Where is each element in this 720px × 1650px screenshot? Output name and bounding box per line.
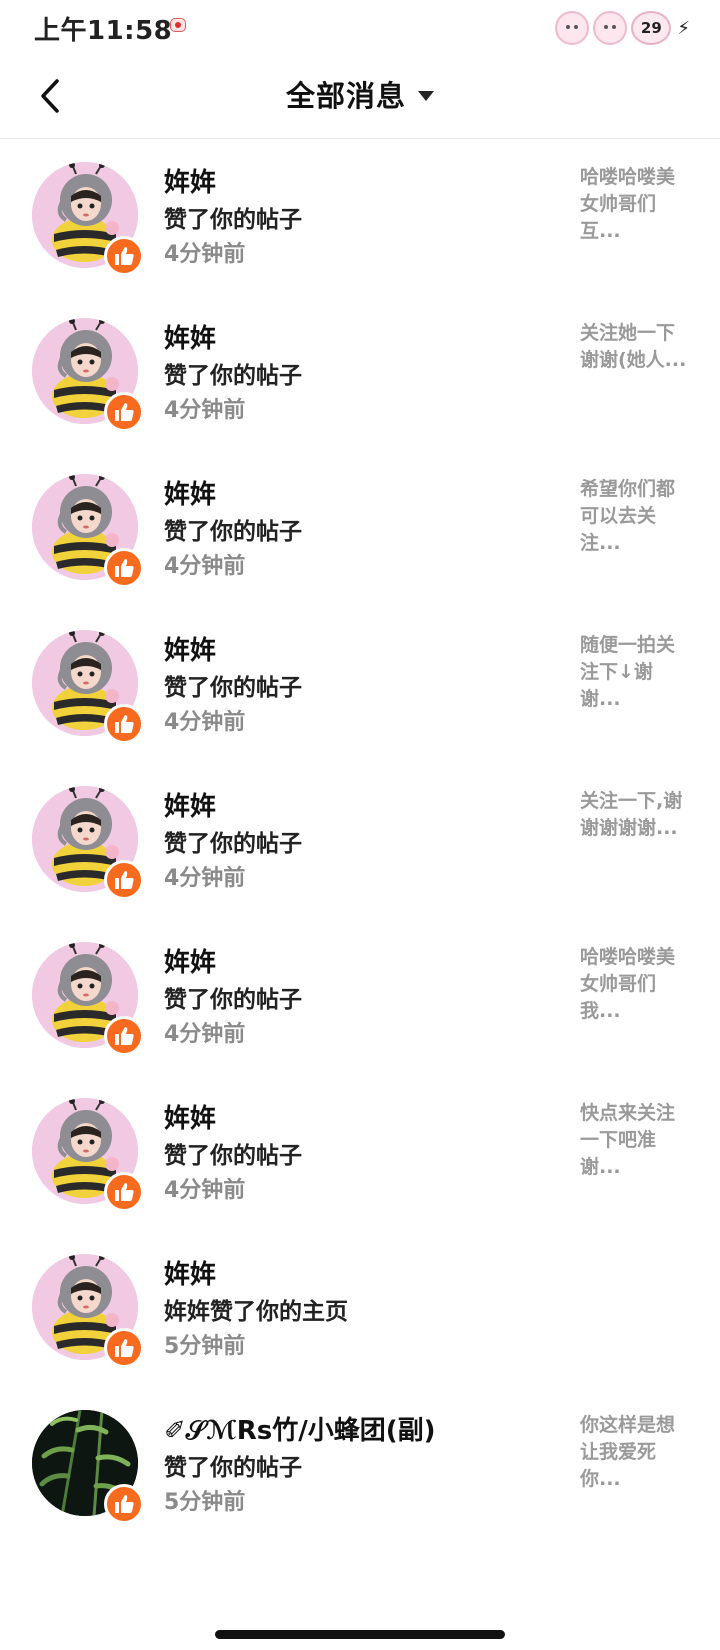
nav-bar: 全部消息 (0, 54, 720, 139)
battery-level: 29 (640, 19, 662, 37)
message-filter-dropdown[interactable]: 全部消息 (0, 72, 720, 116)
post-preview[interactable]: 快点来关注一下吧准谢... (580, 1100, 690, 1181)
message-time: 4分钟前 (164, 554, 246, 579)
like-badge (104, 704, 144, 744)
thumbs-up-icon (115, 1027, 134, 1045)
thumbs-up-icon (115, 403, 134, 421)
post-preview[interactable]: 你这样是想让我爱死你... (580, 1412, 690, 1493)
sender-name[interactable]: 姩姩 (164, 786, 216, 823)
thumbs-up-icon (115, 871, 134, 889)
home-indicator[interactable] (215, 1630, 505, 1639)
sender-name[interactable]: ✐𝒮ℳRs竹/小蜂团(副) (164, 1410, 435, 1447)
message-item[interactable]: 姩姩赞了你的帖子 4分钟前 关注她一下谢谢(她人... (0, 292, 720, 448)
message-action: 赞了你的帖子 (164, 519, 302, 545)
message-time: 4分钟前 (164, 398, 246, 423)
thumbs-up-icon (115, 1183, 134, 1201)
like-badge (104, 1328, 144, 1368)
status-time: 上午11:58 (34, 16, 173, 46)
like-badge (104, 1172, 144, 1212)
message-action: 赞了你的帖子 (164, 831, 302, 857)
sender-name[interactable]: 姩姩 (164, 162, 216, 199)
thumbs-up-icon (115, 559, 134, 577)
battery-indicator: 29 (631, 11, 672, 45)
message-time: 4分钟前 (164, 710, 246, 735)
message-action: 赞了你的帖子 (164, 675, 302, 701)
message-action: 赞了你的帖子 (164, 207, 302, 233)
message-action: 赞了你的帖子 (164, 987, 302, 1013)
message-action: 赞了你的帖子 (164, 363, 302, 389)
message-item[interactable]: 姩姩赞了你的帖子 4分钟前 哈喽哈喽美女帅哥们互... (0, 138, 720, 292)
like-badge (104, 1484, 144, 1524)
like-badge (104, 236, 144, 276)
thumbs-up-icon (115, 715, 134, 733)
message-item[interactable]: 姩姩姩姩赞了你的主页 5分钟前 (0, 1228, 720, 1384)
message-time: 5分钟前 (164, 1334, 246, 1359)
like-badge (104, 860, 144, 900)
post-preview[interactable]: 哈喽哈喽美女帅哥们我... (580, 944, 690, 1025)
message-item[interactable]: 姩姩赞了你的帖子 4分钟前 希望你们都可以去关注... (0, 448, 720, 604)
page-title: 全部消息 (285, 79, 406, 113)
notification-icon (170, 18, 186, 32)
like-badge (104, 548, 144, 588)
status-bar: 上午11:58 29 ⚡ (0, 0, 720, 54)
sender-name[interactable]: 姩姩 (164, 1098, 216, 1135)
sender-name[interactable]: 姩姩 (164, 474, 216, 511)
message-item[interactable]: 姩姩赞了你的帖子 4分钟前 哈喽哈喽美女帅哥们我... (0, 916, 720, 1072)
message-time: 4分钟前 (164, 1178, 246, 1203)
post-preview[interactable]: 希望你们都可以去关注... (580, 476, 690, 557)
message-time: 4分钟前 (164, 1022, 246, 1047)
thumbs-up-icon (115, 247, 134, 265)
caret-down-icon (418, 91, 434, 101)
thumbs-up-icon (115, 1339, 134, 1357)
status-indicators: 29 ⚡ (555, 8, 690, 48)
sticker-icon (555, 11, 590, 45)
message-item[interactable]: 姩姩赞了你的帖子 4分钟前 关注一下,谢谢谢谢谢... (0, 760, 720, 916)
message-time: 5分钟前 (164, 1490, 246, 1515)
post-preview[interactable]: 关注她一下谢谢(她人... (580, 320, 690, 374)
post-preview[interactable]: 随便一拍关注下↓谢谢... (580, 632, 690, 713)
sender-name[interactable]: 姩姩 (164, 942, 216, 979)
message-item[interactable]: ✐𝒮ℳRs竹/小蜂团(副) 赞了你的帖子 5分钟前 你这样是想让我爱死你... (0, 1384, 720, 1540)
message-time: 4分钟前 (164, 242, 246, 267)
message-time: 4分钟前 (164, 866, 246, 891)
post-preview[interactable]: 关注一下,谢谢谢谢谢... (580, 788, 690, 842)
message-action: 姩姩赞了你的主页 (164, 1299, 348, 1325)
bolt-icon: ⚡ (677, 17, 690, 39)
message-list[interactable]: 姩姩赞了你的帖子4分钟前大家好，是关系吗?都...姩姩赞了你的帖子4分钟前哈喽哈… (0, 138, 720, 1616)
sticker-icon (593, 11, 628, 45)
message-action: 赞了你的帖子 (164, 1455, 302, 1481)
message-item[interactable]: 姩姩赞了你的帖子 4分钟前 随便一拍关注下↓谢谢... (0, 604, 720, 760)
sender-name[interactable]: 姩姩 (164, 630, 216, 667)
like-badge (104, 392, 144, 432)
message-item[interactable]: 姩姩赞了你的帖子 4分钟前 快点来关注一下吧准谢... (0, 1072, 720, 1228)
thumbs-up-icon (115, 1495, 134, 1513)
message-action: 赞了你的帖子 (164, 1143, 302, 1169)
sender-name[interactable]: 姩姩 (164, 318, 216, 355)
post-preview[interactable]: 哈喽哈喽美女帅哥们互... (580, 164, 690, 245)
sender-name[interactable]: 姩姩 (164, 1254, 216, 1291)
like-badge (104, 1016, 144, 1056)
